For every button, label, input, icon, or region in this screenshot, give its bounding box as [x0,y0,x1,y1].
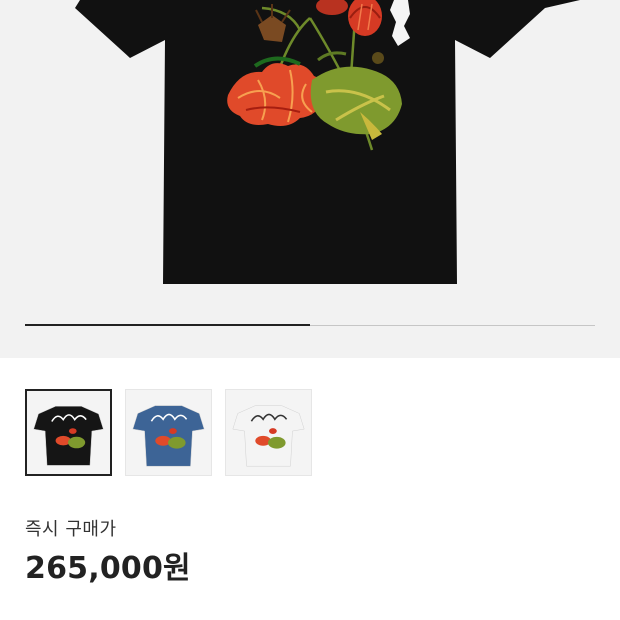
black-tshirt-thumbnail[interactable] [25,389,112,476]
white-tshirt-thumbnail[interactable] [225,389,312,476]
price-label: 즉시 구매가 [25,519,117,540]
image-progress-fill [25,324,310,326]
thumbnail-strip [25,389,312,476]
image-progress-track [25,324,595,326]
product-image-gallery[interactable] [0,0,620,358]
product-main-image[interactable] [0,0,620,300]
price-value: 265,000원 [25,551,191,586]
tshirt-body [75,0,580,284]
blue-tshirt-thumbnail[interactable] [125,389,212,476]
